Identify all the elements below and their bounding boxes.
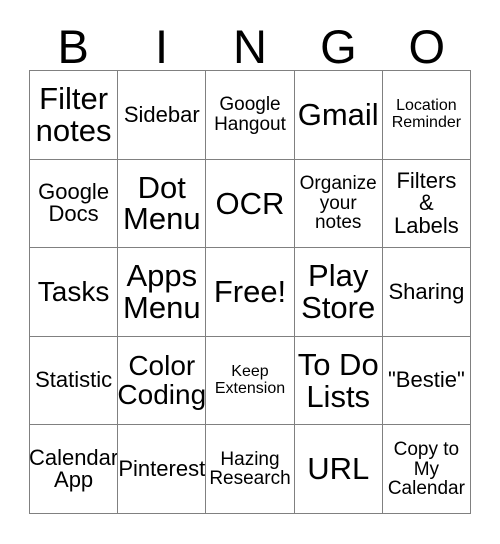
bingo-cell-label: Tasks — [37, 275, 110, 307]
bingo-cell[interactable]: Google Hangout — [206, 71, 295, 160]
bingo-cell[interactable]: Sidebar — [118, 71, 207, 160]
bingo-cell[interactable]: Hazing Research — [206, 425, 295, 514]
bingo-cell[interactable]: Location Reminder — [382, 71, 471, 160]
bingo-cell-label: Google Docs — [38, 178, 110, 227]
bingo-cell-label: OCR — [215, 185, 285, 221]
bingo-cell-label: Hazing Research — [209, 448, 291, 490]
bingo-cell-label: Google Hangout — [214, 94, 286, 135]
bingo-cell[interactable]: "Bestie" — [382, 336, 471, 426]
bingo-cell[interactable]: Dot Menu — [118, 159, 207, 249]
bingo-header-letter-n: N — [233, 20, 267, 73]
bingo-cell[interactable]: Filters & Labels — [382, 159, 471, 249]
bingo-cell-label: Gmail — [297, 96, 379, 132]
bingo-cell[interactable]: Gmail — [294, 71, 383, 160]
bingo-cell-label: Free! — [213, 274, 287, 310]
bingo-cell-label: Color Coding — [118, 350, 207, 410]
bingo-cell[interactable]: URL — [294, 425, 383, 514]
bingo-cell-label: Sidebar — [123, 101, 200, 127]
bingo-cell[interactable]: OCR — [206, 159, 295, 249]
bingo-cell[interactable]: Pinterest — [118, 425, 207, 514]
bingo-header-letter-b: B — [57, 20, 89, 73]
bingo-cell[interactable]: Apps Menu — [118, 248, 207, 337]
bingo-header-row: B I NGO — [29, 14, 471, 70]
bingo-header-letter-o: O — [408, 20, 446, 73]
bingo-cell[interactable]: Keep Extension — [206, 336, 295, 426]
bingo-cell-label: Sharing — [388, 278, 465, 304]
bingo-cell[interactable]: Free! — [206, 248, 295, 337]
bingo-cell-label: To Do Lists — [297, 346, 379, 414]
bingo-cell[interactable]: Play Store — [294, 248, 383, 337]
bingo-cell[interactable]: Copy to My Calendar — [382, 425, 471, 514]
bingo-header-letter-g: G — [320, 20, 357, 73]
bingo-cell[interactable]: Sharing — [382, 248, 471, 337]
bingo-cell-label: Dot Menu — [123, 169, 201, 237]
bingo-cell-label: URL — [307, 451, 370, 487]
bingo-cell[interactable]: Statistic — [30, 336, 119, 426]
bingo-cell[interactable]: Tasks — [30, 248, 119, 337]
bingo-cell-label: Filter notes — [35, 81, 112, 148]
bingo-cell-label: Apps Menu — [123, 258, 201, 325]
bingo-cell[interactable]: Filter notes — [30, 71, 119, 160]
bingo-cell[interactable]: To Do Lists — [294, 336, 383, 426]
bingo-cell-label: Statistic — [35, 367, 113, 393]
bingo-cell-label: Filters & Labels — [393, 167, 459, 238]
bingo-cell-label: Pinterest — [118, 455, 206, 481]
bingo-cell-label: Calendar App — [30, 444, 119, 493]
bingo-cell-label: Keep Extension — [214, 363, 286, 397]
bingo-cell[interactable]: Calendar App — [30, 425, 119, 514]
bingo-header-letter-i: I — [155, 20, 169, 73]
bingo-cell[interactable]: Color Coding — [118, 336, 207, 426]
bingo-cell[interactable]: Organize your notes — [294, 159, 383, 249]
bingo-grid: Filter notes Sidebar Google Hangout Gmail Lo… — [29, 70, 471, 514]
bingo-card: B I NGO Filter notes Sidebar Google Hangout G… — [0, 0, 500, 544]
bingo-cell-label: Play Store — [301, 258, 376, 325]
bingo-cell-label: "Bestie" — [388, 367, 465, 393]
bingo-cell-label: Copy to My Calendar — [387, 439, 465, 499]
bingo-cell[interactable]: Google Docs — [30, 159, 119, 249]
bingo-cell-label: Organize your notes — [299, 173, 377, 234]
bingo-cell-label: Location Reminder — [391, 97, 462, 131]
